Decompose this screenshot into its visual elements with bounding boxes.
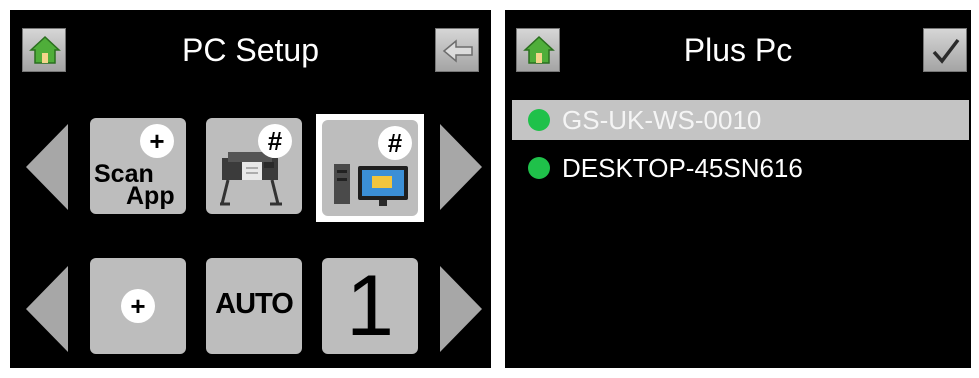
plus-pc-screen: Plus Pc GS-UK-WS-0010 DESKTOP-45SN616 bbox=[505, 10, 971, 368]
back-button[interactable] bbox=[435, 28, 479, 72]
printer-tile[interactable]: # bbox=[206, 118, 302, 214]
pc-setup-screen: PC Setup + Scan App # # + AUTO 1 bbox=[10, 10, 491, 368]
pc-name: GS-UK-WS-0010 bbox=[562, 105, 762, 135]
next-row1-arrow[interactable] bbox=[440, 124, 482, 210]
home-button[interactable] bbox=[22, 28, 66, 72]
number-tile[interactable]: 1 bbox=[322, 258, 418, 354]
home-icon bbox=[29, 35, 61, 64]
confirm-button[interactable] bbox=[923, 28, 967, 72]
app-label: App bbox=[126, 182, 175, 210]
pc-list-item[interactable]: DESKTOP-45SN616 bbox=[512, 148, 969, 188]
back-arrow-icon bbox=[442, 39, 473, 63]
home-button[interactable] bbox=[516, 28, 560, 72]
page-title: PC Setup bbox=[182, 32, 319, 68]
status-dot bbox=[528, 109, 550, 131]
pc-list: GS-UK-WS-0010 DESKTOP-45SN616 bbox=[512, 100, 969, 196]
pc-tile[interactable]: # bbox=[322, 120, 418, 216]
previous-row2-arrow[interactable] bbox=[26, 266, 68, 352]
plus-badge: + bbox=[140, 124, 174, 158]
pc-list-item[interactable]: GS-UK-WS-0010 bbox=[512, 100, 969, 140]
pc-name: DESKTOP-45SN616 bbox=[562, 153, 803, 183]
auto-label: AUTO bbox=[215, 288, 294, 320]
number-label: 1 bbox=[346, 258, 394, 354]
home-icon bbox=[523, 35, 555, 64]
hash-badge: # bbox=[378, 126, 412, 160]
status-dot bbox=[528, 157, 550, 179]
scan-app-tile[interactable]: + Scan App bbox=[90, 118, 186, 214]
page-title: Plus Pc bbox=[683, 32, 793, 68]
checkmark-icon bbox=[932, 38, 960, 64]
plus-badge: + bbox=[121, 289, 155, 323]
auto-tile[interactable]: AUTO bbox=[206, 258, 302, 354]
add-tile[interactable]: + bbox=[90, 258, 186, 354]
next-row2-arrow[interactable] bbox=[440, 266, 482, 352]
hash-badge: # bbox=[258, 124, 292, 158]
previous-row1-arrow[interactable] bbox=[26, 124, 68, 210]
